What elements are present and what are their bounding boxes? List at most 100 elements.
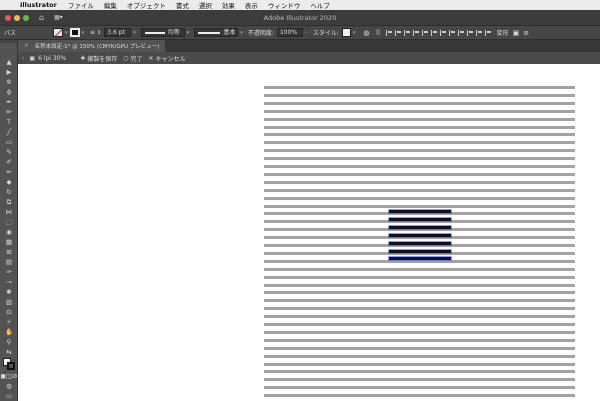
gray-stripe[interactable] — [264, 275, 575, 279]
fill-stroke-swatch-icon[interactable] — [0, 357, 18, 371]
swap-fill-stroke-icon[interactable]: ⇆ — [0, 347, 18, 357]
gray-stripe[interactable] — [264, 86, 575, 89]
gray-stripe[interactable] — [264, 141, 575, 145]
workspace-switcher[interactable]: ▦▾ — [54, 14, 63, 21]
gray-stripe[interactable] — [264, 172, 575, 176]
align-vertical-center-icon[interactable] — [421, 29, 428, 36]
isolation-back-icon[interactable]: ‹ — [22, 55, 24, 62]
align-top-icon[interactable] — [412, 29, 419, 36]
selected-stripe[interactable] — [389, 257, 451, 261]
recolor-artwork-icon[interactable]: ◍ — [363, 29, 369, 37]
gray-stripe[interactable] — [264, 109, 575, 113]
gray-stripe[interactable] — [264, 165, 575, 168]
gray-stripe[interactable] — [264, 180, 575, 184]
perspective-grid-tool-icon[interactable]: ▦ — [0, 237, 18, 247]
lasso-tool-icon[interactable]: ϕ — [0, 87, 18, 97]
pen-tool-icon[interactable]: ✒ — [0, 97, 18, 107]
rotate-tool-icon[interactable]: ↻ — [0, 187, 18, 197]
column-graph-tool-icon[interactable]: ▥ — [0, 297, 18, 307]
free-transform-tool-icon[interactable]: ⬚ — [0, 217, 18, 227]
select-tool-icon[interactable]: ▲ — [0, 57, 18, 67]
blend-tool-icon[interactable]: ⊸ — [0, 277, 18, 287]
menu-object[interactable]: オブジェクト — [127, 0, 166, 10]
stroke-dropdown-icon[interactable]: ▾ — [82, 30, 85, 36]
drawing-mode-icon[interactable]: ◍ — [0, 381, 18, 391]
done-button[interactable]: 完了 — [131, 54, 143, 63]
app-menu[interactable]: Illustrator — [20, 1, 57, 9]
gray-stripe[interactable] — [264, 338, 575, 342]
align-to-selection-icon[interactable]: ⠿ — [376, 29, 381, 37]
scale-tool-icon[interactable]: ⧉ — [0, 197, 18, 207]
profile-dropdown-icon[interactable]: ▾ — [187, 30, 190, 36]
gray-stripe[interactable] — [264, 362, 575, 366]
gray-stripe[interactable] — [264, 93, 575, 97]
distribute-vertical-center-icon[interactable] — [448, 29, 455, 36]
eyedropper-tool-icon[interactable]: ✑ — [0, 267, 18, 277]
gray-stripe[interactable] — [264, 133, 575, 137]
opacity-dropdown-icon[interactable]: › — [305, 30, 307, 36]
gray-stripe[interactable] — [264, 149, 575, 153]
transform-button[interactable]: 変形 — [497, 28, 509, 37]
gray-stripe[interactable] — [264, 157, 575, 161]
gray-stripe[interactable] — [264, 346, 575, 350]
menu-window[interactable]: ウィンドウ — [268, 0, 301, 10]
home-icon[interactable]: ⌂ — [39, 13, 44, 22]
align-right-icon[interactable] — [403, 29, 410, 36]
screen-mode-icon[interactable]: ▭ — [0, 391, 18, 401]
save-copy-button[interactable]: 複製を保存 — [87, 54, 117, 63]
gray-stripe[interactable] — [264, 204, 575, 208]
eraser-tool-icon[interactable]: ◆ — [0, 177, 18, 187]
cancel-button[interactable]: キャンセル — [156, 54, 186, 63]
gray-stripe[interactable] — [264, 291, 575, 295]
paintbrush-tool-icon[interactable]: ✎ — [0, 147, 18, 157]
stroke-weight-field[interactable]: 3.6 pt — [104, 28, 132, 37]
document-tab[interactable]: ✕ 名称未設定-1* @ 150% (CMYK/GPU プレビュー) — [18, 40, 166, 52]
opacity-label[interactable]: 不透明度: — [248, 28, 274, 37]
minimize-window-icon[interactable] — [14, 14, 20, 21]
style-dropdown-icon[interactable]: ▾ — [353, 30, 356, 36]
selected-stripe[interactable] — [389, 210, 451, 213]
artboard-tool-icon[interactable]: ⊡ — [0, 307, 18, 317]
distribute-bottom-icon[interactable] — [457, 29, 464, 36]
isolate-object-icon[interactable]: ▣ — [513, 29, 520, 37]
gray-stripe[interactable] — [264, 315, 575, 319]
selected-stripe[interactable] — [389, 225, 451, 229]
selected-stripe[interactable] — [389, 233, 451, 237]
curvature-tool-icon[interactable]: ✏ — [0, 107, 18, 117]
type-tool-icon[interactable]: T — [0, 117, 18, 127]
close-tab-icon[interactable]: ✕ — [24, 43, 29, 49]
stroke-weight-stepper[interactable]: ⇕ — [97, 30, 101, 36]
align-bottom-icon[interactable] — [430, 29, 437, 36]
stroke-weight-dropdown-icon[interactable]: ▾ — [133, 30, 136, 36]
rectangle-tool-icon[interactable]: ▭ — [0, 137, 18, 147]
distribute-right-icon[interactable] — [484, 29, 491, 36]
menu-view[interactable]: 表示 — [245, 0, 258, 10]
graphic-style-swatch[interactable] — [341, 28, 351, 37]
brush-definition[interactable]: 基本 — [194, 28, 239, 37]
gray-stripe[interactable] — [264, 354, 575, 358]
control-panel-menu-icon[interactable]: ≡ — [523, 29, 529, 37]
menu-file[interactable]: ファイル — [68, 0, 94, 10]
slice-tool-icon[interactable]: ⌿ — [0, 317, 18, 327]
stroke-swatch[interactable] — [69, 28, 80, 37]
gray-stripe[interactable] — [264, 370, 575, 374]
gradient-tool-icon[interactable]: ▤ — [0, 257, 18, 267]
distribute-horizontal-center-icon[interactable] — [475, 29, 482, 36]
pencil-tool-icon[interactable]: ✏ — [0, 167, 18, 177]
selected-stripe[interactable] — [389, 241, 451, 245]
zoom-tool-icon[interactable]: ⚲ — [0, 337, 18, 347]
align-left-icon[interactable] — [385, 29, 392, 36]
selected-stripe[interactable] — [389, 217, 451, 221]
menu-select[interactable]: 選択 — [199, 0, 212, 10]
gray-stripe[interactable] — [264, 330, 575, 334]
fill-swatch-none[interactable] — [53, 28, 64, 37]
gray-stripe[interactable] — [264, 299, 575, 303]
gray-stripe[interactable] — [264, 196, 575, 200]
symbol-sprayer-tool-icon[interactable]: ✱ — [0, 287, 18, 297]
menu-effect[interactable]: 効果 — [222, 0, 235, 10]
fill-dropdown-icon[interactable]: ▾ — [65, 30, 68, 36]
close-window-icon[interactable] — [5, 14, 11, 21]
gray-stripe[interactable] — [264, 307, 575, 311]
line-tool-icon[interactable]: ╱ — [0, 127, 18, 137]
zoom-window-icon[interactable] — [23, 14, 29, 21]
